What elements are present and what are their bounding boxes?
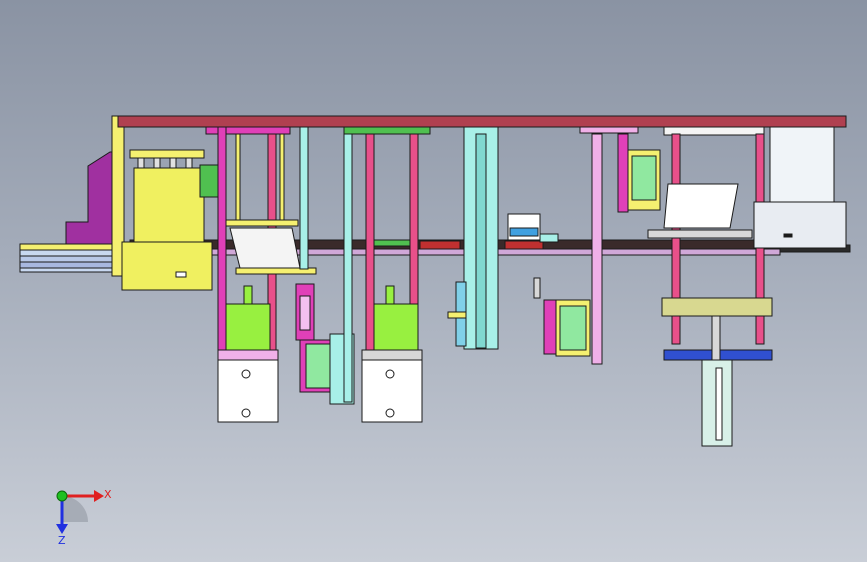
coordinate-triad: X Z bbox=[56, 488, 112, 547]
arrow-down-icon bbox=[56, 524, 68, 534]
sphere-icon bbox=[56, 490, 68, 502]
cad-viewport[interactable]: X Z bbox=[0, 0, 867, 562]
triad-backdrop bbox=[62, 496, 88, 522]
x-axis-label: X bbox=[104, 488, 112, 501]
arrow-right-icon bbox=[94, 490, 104, 502]
z-axis-label: Z bbox=[58, 534, 66, 547]
